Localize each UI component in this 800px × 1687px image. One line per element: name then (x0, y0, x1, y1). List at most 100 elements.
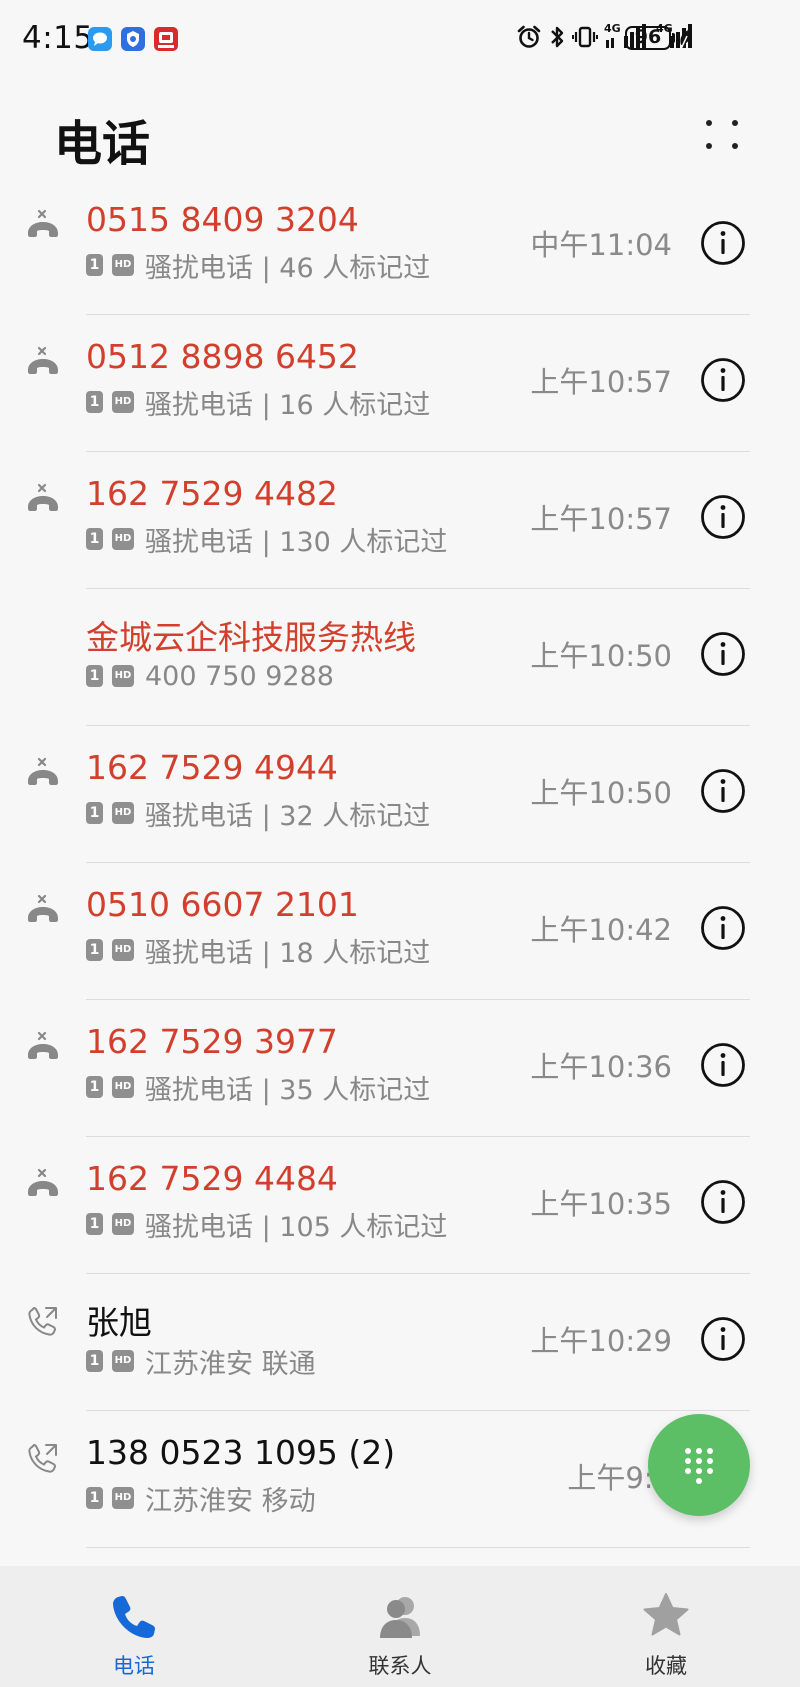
call-info-button[interactable] (700, 494, 746, 540)
call-info-button[interactable] (700, 1316, 746, 1362)
bluetooth-icon (551, 26, 564, 48)
spam-call-icon (28, 757, 58, 785)
call-type-indicator (26, 619, 60, 653)
spam-call-icon (28, 1031, 58, 1059)
call-time: 上午10:36 (530, 1050, 672, 1084)
call-meta: 1 HD 骚扰电话 | 16 人标记过 (86, 385, 430, 421)
spam-call-indicator (26, 756, 60, 790)
hd-badge: HD (112, 391, 134, 413)
call-subtext: 骚扰电话 | 35 人标记过 (145, 1074, 431, 1106)
sim-badge: 1 (86, 528, 103, 550)
caller-name: 0512 8898 6452 (86, 337, 359, 376)
hd-badge: HD (112, 939, 134, 961)
more-options-button[interactable] (700, 112, 746, 158)
outgoing-call-icon (28, 1443, 57, 1473)
battery-cap (672, 33, 675, 43)
call-log-row[interactable]: 0512 8898 6452 1 HD 骚扰电话 | 16 人标记过 上午10:… (0, 315, 800, 452)
spam-call-indicator (26, 345, 60, 379)
more-dot (732, 120, 738, 126)
spam-call-icon (28, 894, 58, 922)
security-app-icon (121, 27, 145, 51)
outgoing-call-indicator (26, 1441, 60, 1475)
battery-level: 96 (634, 26, 662, 48)
call-info-button[interactable] (700, 357, 746, 403)
notification-icons (88, 27, 178, 51)
caller-name: 金城云企科技服务热线 (86, 618, 416, 657)
hd-badge: HD (112, 665, 134, 687)
call-time: 上午10:50 (530, 639, 672, 673)
call-meta: 1 HD 骚扰电话 | 105 人标记过 (86, 1207, 448, 1243)
bank-app-icon (154, 27, 178, 51)
call-meta: 1 HD 江苏淮安 联通 (86, 1344, 316, 1380)
call-meta: 1 HD 骚扰电话 | 130 人标记过 (86, 522, 447, 558)
outgoing-call-indicator (26, 1304, 60, 1338)
power-saving-leaf-icon (680, 29, 692, 50)
tab-contacts[interactable]: 联系人 (310, 1566, 490, 1687)
tab-favorites[interactable]: 收藏 (576, 1566, 756, 1687)
call-info-button[interactable] (700, 768, 746, 814)
spam-call-indicator (26, 208, 60, 242)
call-time: 上午10:57 (530, 365, 672, 399)
spam-call-icon (28, 346, 58, 374)
call-subtext: 骚扰电话 | 105 人标记过 (145, 1211, 448, 1243)
call-time: 上午10:35 (530, 1187, 672, 1221)
spam-call-indicator (26, 893, 60, 927)
caller-name: 138 0523 1095 (2) (86, 1433, 396, 1472)
info-icon (701, 906, 745, 950)
sim-badge: 1 (86, 1350, 103, 1372)
info-icon (701, 1043, 745, 1087)
hd-badge: HD (112, 1487, 134, 1509)
call-log-row[interactable]: 金城云企科技服务热线 1 HD 400 750 9288 上午10:50 (0, 589, 800, 726)
call-info-button[interactable] (700, 631, 746, 677)
message-app-icon (88, 27, 112, 51)
hd-badge: HD (112, 1350, 134, 1372)
hd-badge: HD (112, 1076, 134, 1098)
call-log-row[interactable]: 张旭 1 HD 江苏淮安 联通 上午10:29 (0, 1274, 800, 1411)
call-log-row[interactable]: 0510 6607 2101 1 HD 骚扰电话 | 18 人标记过 上午10:… (0, 863, 800, 1000)
hd-badge: HD (112, 802, 134, 824)
phone-icon (113, 1596, 155, 1638)
call-meta: 1 HD 骚扰电话 | 18 人标记过 (86, 933, 430, 969)
call-meta: 1 HD 骚扰电话 | 32 人标记过 (86, 796, 430, 832)
call-log-row[interactable]: 162 7529 4482 1 HD 骚扰电话 | 130 人标记过 上午10:… (0, 452, 800, 589)
call-log-row[interactable]: 162 7529 4944 1 HD 骚扰电话 | 32 人标记过 上午10:5… (0, 726, 800, 863)
hd-badge: HD (112, 528, 134, 550)
more-dot (706, 120, 712, 126)
sim-badge: 1 (86, 391, 103, 413)
spam-call-icon (28, 483, 58, 511)
call-info-button[interactable] (700, 905, 746, 951)
tab-phone[interactable]: 电话 (44, 1566, 224, 1687)
sim-badge: 1 (86, 939, 103, 961)
info-icon (701, 358, 745, 402)
call-log-row[interactable]: 162 7529 3977 1 HD 骚扰电话 | 35 人标记过 上午10:3… (0, 1000, 800, 1137)
info-icon (701, 1180, 745, 1224)
call-info-button[interactable] (700, 1179, 746, 1225)
dialpad-button[interactable] (648, 1414, 750, 1516)
status-time: 4:15 (22, 20, 94, 56)
call-time: 上午10:42 (530, 913, 672, 947)
vibrate-icon (572, 26, 598, 48)
call-meta: 1 HD 400 750 9288 (86, 659, 334, 693)
call-log-row[interactable]: 162 7529 4484 1 HD 骚扰电话 | 105 人标记过 上午10:… (0, 1137, 800, 1274)
contacts-icon (380, 1597, 420, 1638)
sim-badge: 1 (86, 1076, 103, 1098)
tab-phone-label: 电话 (113, 1654, 155, 1678)
row-divider (86, 1547, 750, 1548)
call-meta: 1 HD 骚扰电话 | 46 人标记过 (86, 248, 430, 284)
call-meta: 1 HD 江苏淮安 移动 (86, 1481, 316, 1517)
hd-badge: HD (112, 254, 134, 276)
info-icon (701, 495, 745, 539)
spam-call-icon (28, 1168, 58, 1196)
battery-indicator: 96 (625, 26, 671, 50)
spam-call-indicator (26, 1167, 60, 1201)
sim-badge: 1 (86, 254, 103, 276)
call-subtext: 400 750 9288 (145, 660, 334, 692)
spam-call-indicator (26, 482, 60, 516)
call-info-button[interactable] (700, 220, 746, 266)
call-log-row[interactable]: 0515 8409 3204 1 HD 骚扰电话 | 46 人标记过 中午11:… (0, 178, 800, 315)
caller-name: 162 7529 4944 (86, 748, 338, 787)
spam-call-indicator (26, 1030, 60, 1064)
sim-badge: 1 (86, 1213, 103, 1235)
call-info-button[interactable] (700, 1042, 746, 1088)
sim-badge: 1 (86, 802, 103, 824)
